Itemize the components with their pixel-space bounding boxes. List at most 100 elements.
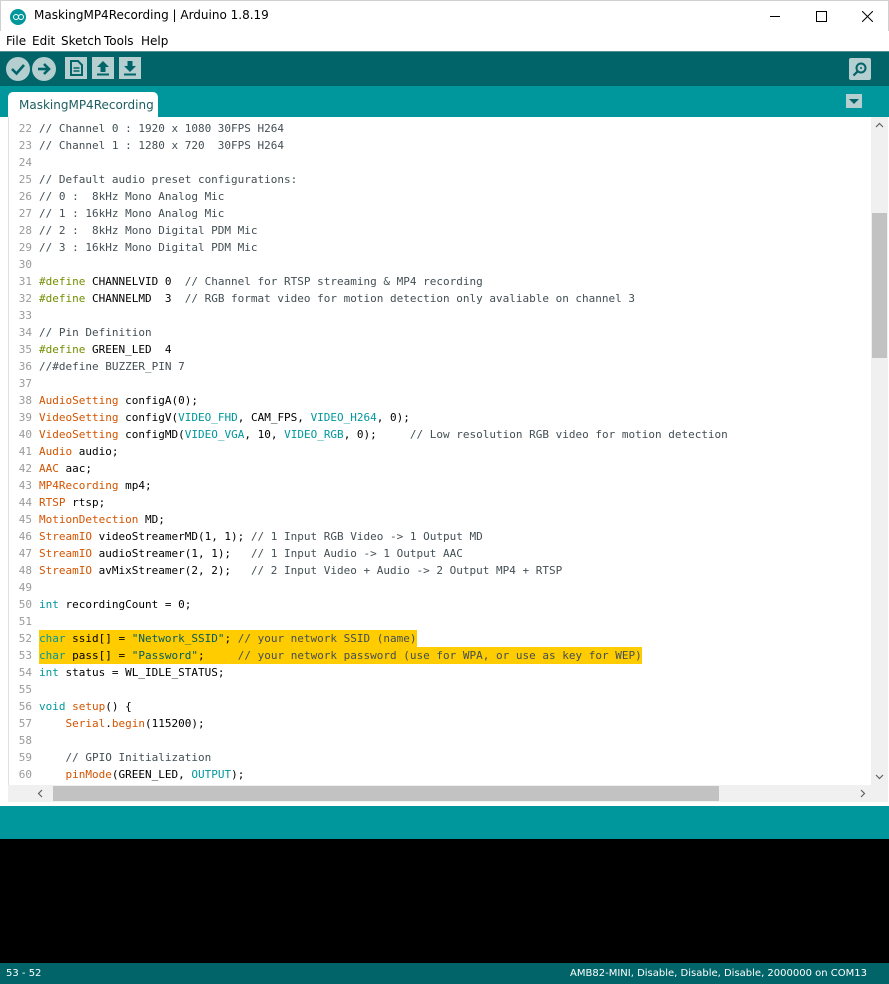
code-line[interactable]: 57 Serial.begin(115200); [9, 715, 871, 732]
line-number: 47 [18, 547, 32, 560]
code-line[interactable]: 55 [9, 681, 871, 698]
code-text: void setup() { [39, 700, 132, 713]
code-line[interactable]: 53 char pass[] = "Password"; // your netw… [9, 647, 871, 664]
line-number: 57 [18, 717, 32, 730]
menu-tools[interactable]: Tools [104, 34, 134, 48]
tab-strip: MaskingMP4Recording [0, 86, 889, 117]
code-line[interactable]: 50 int recordingCount = 0; [9, 596, 871, 613]
code-line[interactable]: 38 AudioSetting configA(0); [9, 392, 871, 409]
scroll-down-button[interactable] [871, 768, 888, 785]
menu-edit[interactable]: Edit [32, 34, 55, 48]
code-line[interactable]: 34 // Pin Definition [9, 324, 871, 341]
maximize-button[interactable] [798, 1, 844, 32]
scroll-right-button[interactable] [854, 785, 871, 802]
horizontal-scroll-thumb[interactable] [53, 786, 719, 801]
code-text: // Channel 0 : 1920 x 1080 30FPS H264 [39, 122, 285, 135]
code-line[interactable]: 59 // GPIO Initialization [9, 749, 871, 766]
code-line[interactable]: 45 MotionDetection MD; [9, 511, 871, 528]
line-number: 33 [18, 309, 32, 322]
code-line[interactable]: 47 StreamIO audioStreamer(1, 1); // 1 Inp… [9, 545, 871, 562]
cursor-position: 53 - 52 [6, 968, 42, 979]
code-line[interactable]: 22 // Channel 0 : 1920 x 1080 30FPS H264 [9, 120, 871, 137]
line-number: 60 [18, 768, 32, 781]
serial-monitor-button[interactable] [849, 58, 871, 80]
code-line[interactable]: 30 [9, 256, 871, 273]
code-line[interactable]: 46 StreamIO videoStreamerMD(1, 1); // 1 I… [9, 528, 871, 545]
save-button[interactable] [119, 57, 141, 79]
code-line[interactable]: 44 RTSP rtsp; [9, 494, 871, 511]
line-number: 27 [18, 207, 32, 220]
code-line[interactable]: 33 [9, 307, 871, 324]
message-area [0, 802, 889, 839]
line-number: 35 [18, 343, 32, 356]
code-line[interactable]: 51 [9, 613, 871, 630]
code-text: MP4Recording mp4; [39, 479, 152, 492]
open-button[interactable] [92, 57, 114, 79]
line-number: 46 [18, 530, 32, 543]
code-line[interactable]: 39 VideoSetting configV(VIDEO_FHD, CAM_FP… [9, 409, 871, 426]
line-number: 42 [18, 462, 32, 475]
code-line[interactable]: 26 // 0 : 8kHz Mono Analog Mic [9, 188, 871, 205]
code-text: // Channel 1 : 1280 x 720 30FPS H264 [39, 139, 285, 152]
line-number: 45 [18, 513, 32, 526]
status-bar: 53 - 52 AMB82-MINI, Disable, Disable, Di… [0, 963, 889, 984]
code-line[interactable]: 58 [9, 732, 871, 749]
code-editor[interactable]: 22// Channel 0 : 1920 x 1080 30FPS H264 2… [8, 117, 889, 785]
code-line[interactable]: 23 // Channel 1 : 1280 x 720 30FPS H264 [9, 137, 871, 154]
code-line[interactable]: 49 [9, 579, 871, 596]
minimize-button[interactable] [752, 1, 798, 32]
tab-maskingmp4recording[interactable]: MaskingMP4Recording [8, 92, 158, 117]
menu-file[interactable]: File [6, 34, 26, 48]
arduino-logo-icon [10, 9, 26, 25]
code-line[interactable]: 24 [9, 154, 871, 171]
code-line[interactable]: 54 int status = WL_IDLE_STATUS; [9, 664, 871, 681]
code-line[interactable]: 43 MP4Recording mp4; [9, 477, 871, 494]
code-line[interactable]: 32 #define CHANNELMD 3 // RGB format vide… [9, 290, 871, 307]
code-line[interactable]: 52 char ssid[] = "Network_SSID"; // your … [9, 630, 871, 647]
code-line[interactable]: 35 #define GREEN_LED 4 [9, 341, 871, 358]
console-output[interactable] [0, 839, 889, 963]
new-sketch-button[interactable] [65, 57, 87, 79]
scroll-left-button[interactable] [32, 785, 49, 802]
vertical-scrollbar[interactable] [871, 117, 888, 785]
line-number: 52 [18, 632, 32, 645]
upload-button[interactable] [32, 57, 56, 81]
code-line[interactable]: 29 // 3 : 16kHz Mono Digital PDM Mic [9, 239, 871, 256]
menu-help[interactable]: Help [141, 34, 168, 48]
save-icon [124, 61, 136, 76]
code-line[interactable]: 40 VideoSetting configMD(VIDEO_VGA, 10, V… [9, 426, 871, 443]
code-line[interactable]: 28 // 2 : 8kHz Mono Digital PDM Mic [9, 222, 871, 239]
code-line[interactable]: 36 //#define BUZZER_PIN 7 [9, 358, 871, 375]
code-line[interactable]: 48 StreamIO avMixStreamer(2, 2); // 2 Inp… [9, 562, 871, 579]
code-text: //#define BUZZER_PIN 7 [39, 360, 185, 373]
code-text: int recordingCount = 0; [39, 598, 192, 611]
code-line[interactable]: 56 void setup() { [9, 698, 871, 715]
code-line[interactable]: 41 Audio audio; [9, 443, 871, 460]
code-line[interactable]: 42 AAC aac; [9, 460, 871, 477]
code-text: Serial.begin(115200); [65, 717, 205, 730]
code-line[interactable]: 37 [9, 375, 871, 392]
verify-button[interactable] [6, 57, 30, 81]
code-line[interactable]: 31 #define CHANNELVID 0 // Channel for RT… [9, 273, 871, 290]
horizontal-scrollbar[interactable] [8, 785, 871, 802]
code-text: Audio audio; [39, 445, 119, 458]
code-text: // 3 : 16kHz Mono Digital PDM Mic [39, 241, 258, 254]
code-line[interactable]: 25 // Default audio preset configurations… [9, 171, 871, 188]
tab-menu-button[interactable] [846, 94, 862, 108]
minimize-icon [770, 16, 780, 17]
vertical-scroll-thumb[interactable] [872, 213, 887, 358]
line-number: 28 [18, 224, 32, 237]
code-text: VideoSetting configMD(VIDEO_VGA, 10, VID… [39, 428, 728, 441]
close-button[interactable] [844, 1, 889, 32]
code-line[interactable]: 60 pinMode(GREEN_LED, OUTPUT); [9, 766, 871, 783]
menu-sketch[interactable]: Sketch [61, 34, 101, 48]
code-text: StreamIO avMixStreamer(2, 2); // 2 Input… [39, 564, 563, 577]
code-text: RTSP rtsp; [39, 496, 106, 509]
code-line[interactable]: 27 // 1 : 16kHz Mono Analog Mic [9, 205, 871, 222]
scroll-up-button[interactable] [871, 117, 888, 134]
magnifier-icon [852, 62, 867, 77]
code-text: char ssid[] = "Network_SSID"; // your ne… [39, 630, 417, 647]
board-info: AMB82-MINI, Disable, Disable, Disable, 2… [570, 968, 867, 979]
verify-icon [11, 64, 25, 76]
line-number: 56 [18, 700, 32, 713]
